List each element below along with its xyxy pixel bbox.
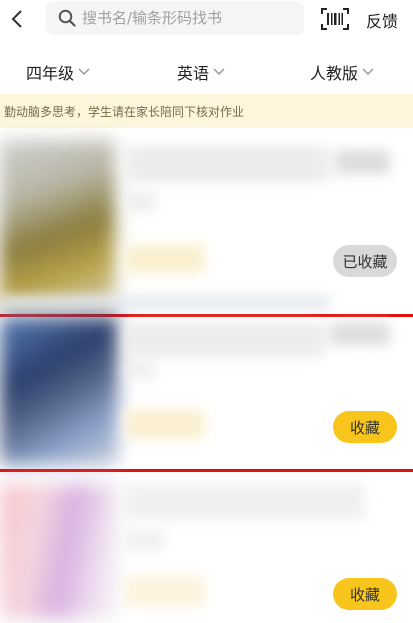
book-cover bbox=[0, 484, 118, 619]
subject-filter[interactable]: 英语 bbox=[177, 60, 225, 84]
book-subtitle-placeholder bbox=[125, 190, 155, 212]
filter-bar: 四年级 英语 人教版 bbox=[0, 52, 413, 88]
grade-filter-label: 四年级 bbox=[26, 64, 75, 83]
feedback-button[interactable]: 反馈 bbox=[366, 8, 398, 32]
favorite-button[interactable]: 已收藏 bbox=[333, 245, 397, 277]
favorite-button[interactable]: 收藏 bbox=[333, 411, 397, 443]
favorite-button-label: 收藏 bbox=[349, 418, 380, 437]
search-input[interactable] bbox=[82, 9, 282, 27]
book-title-placeholder bbox=[125, 484, 365, 520]
book-cover bbox=[0, 140, 115, 310]
chevron-down-icon bbox=[78, 68, 90, 76]
barcode-scan-icon bbox=[321, 8, 349, 30]
book-item[interactable]: 已收藏 bbox=[0, 128, 413, 314]
search-box[interactable] bbox=[46, 1, 304, 35]
favorite-button[interactable]: 收藏 bbox=[333, 578, 397, 610]
book-item[interactable]: 收藏 bbox=[0, 472, 413, 623]
book-subtitle-placeholder bbox=[125, 359, 155, 379]
notice-text: 勤动脑多思考，学生请在家长陪同下核对作业 bbox=[4, 104, 245, 119]
book-title-placeholder bbox=[335, 150, 390, 174]
book-title-placeholder bbox=[125, 146, 330, 182]
grade-filter[interactable]: 四年级 bbox=[26, 60, 90, 84]
favorite-button-label: 已收藏 bbox=[342, 252, 388, 271]
book-tag-placeholder bbox=[125, 409, 205, 439]
book-title-placeholder bbox=[125, 323, 325, 357]
book-tag-placeholder bbox=[125, 244, 205, 274]
back-button[interactable] bbox=[0, 2, 34, 36]
scan-barcode-button[interactable] bbox=[318, 4, 352, 34]
notice-banner: 勤动脑多思考，学生请在家长陪同下核对作业 bbox=[0, 94, 413, 128]
search-icon bbox=[58, 9, 76, 27]
book-subtitle-placeholder bbox=[125, 530, 165, 550]
book-tag-placeholder bbox=[125, 576, 205, 606]
subject-filter-label: 英语 bbox=[177, 64, 210, 83]
book-cover bbox=[0, 317, 118, 465]
favorite-button-label: 收藏 bbox=[349, 585, 380, 604]
chevron-down-icon bbox=[213, 68, 225, 76]
book-title-placeholder bbox=[330, 323, 390, 345]
book-strip-placeholder bbox=[0, 296, 330, 310]
edition-filter-label: 人教版 bbox=[310, 64, 359, 83]
chevron-down-icon bbox=[362, 68, 374, 76]
chevron-left-icon bbox=[11, 10, 22, 28]
edition-filter[interactable]: 人教版 bbox=[310, 60, 374, 84]
book-item[interactable]: 收藏 bbox=[0, 317, 413, 469]
top-bar: 反馈 bbox=[0, 0, 413, 40]
